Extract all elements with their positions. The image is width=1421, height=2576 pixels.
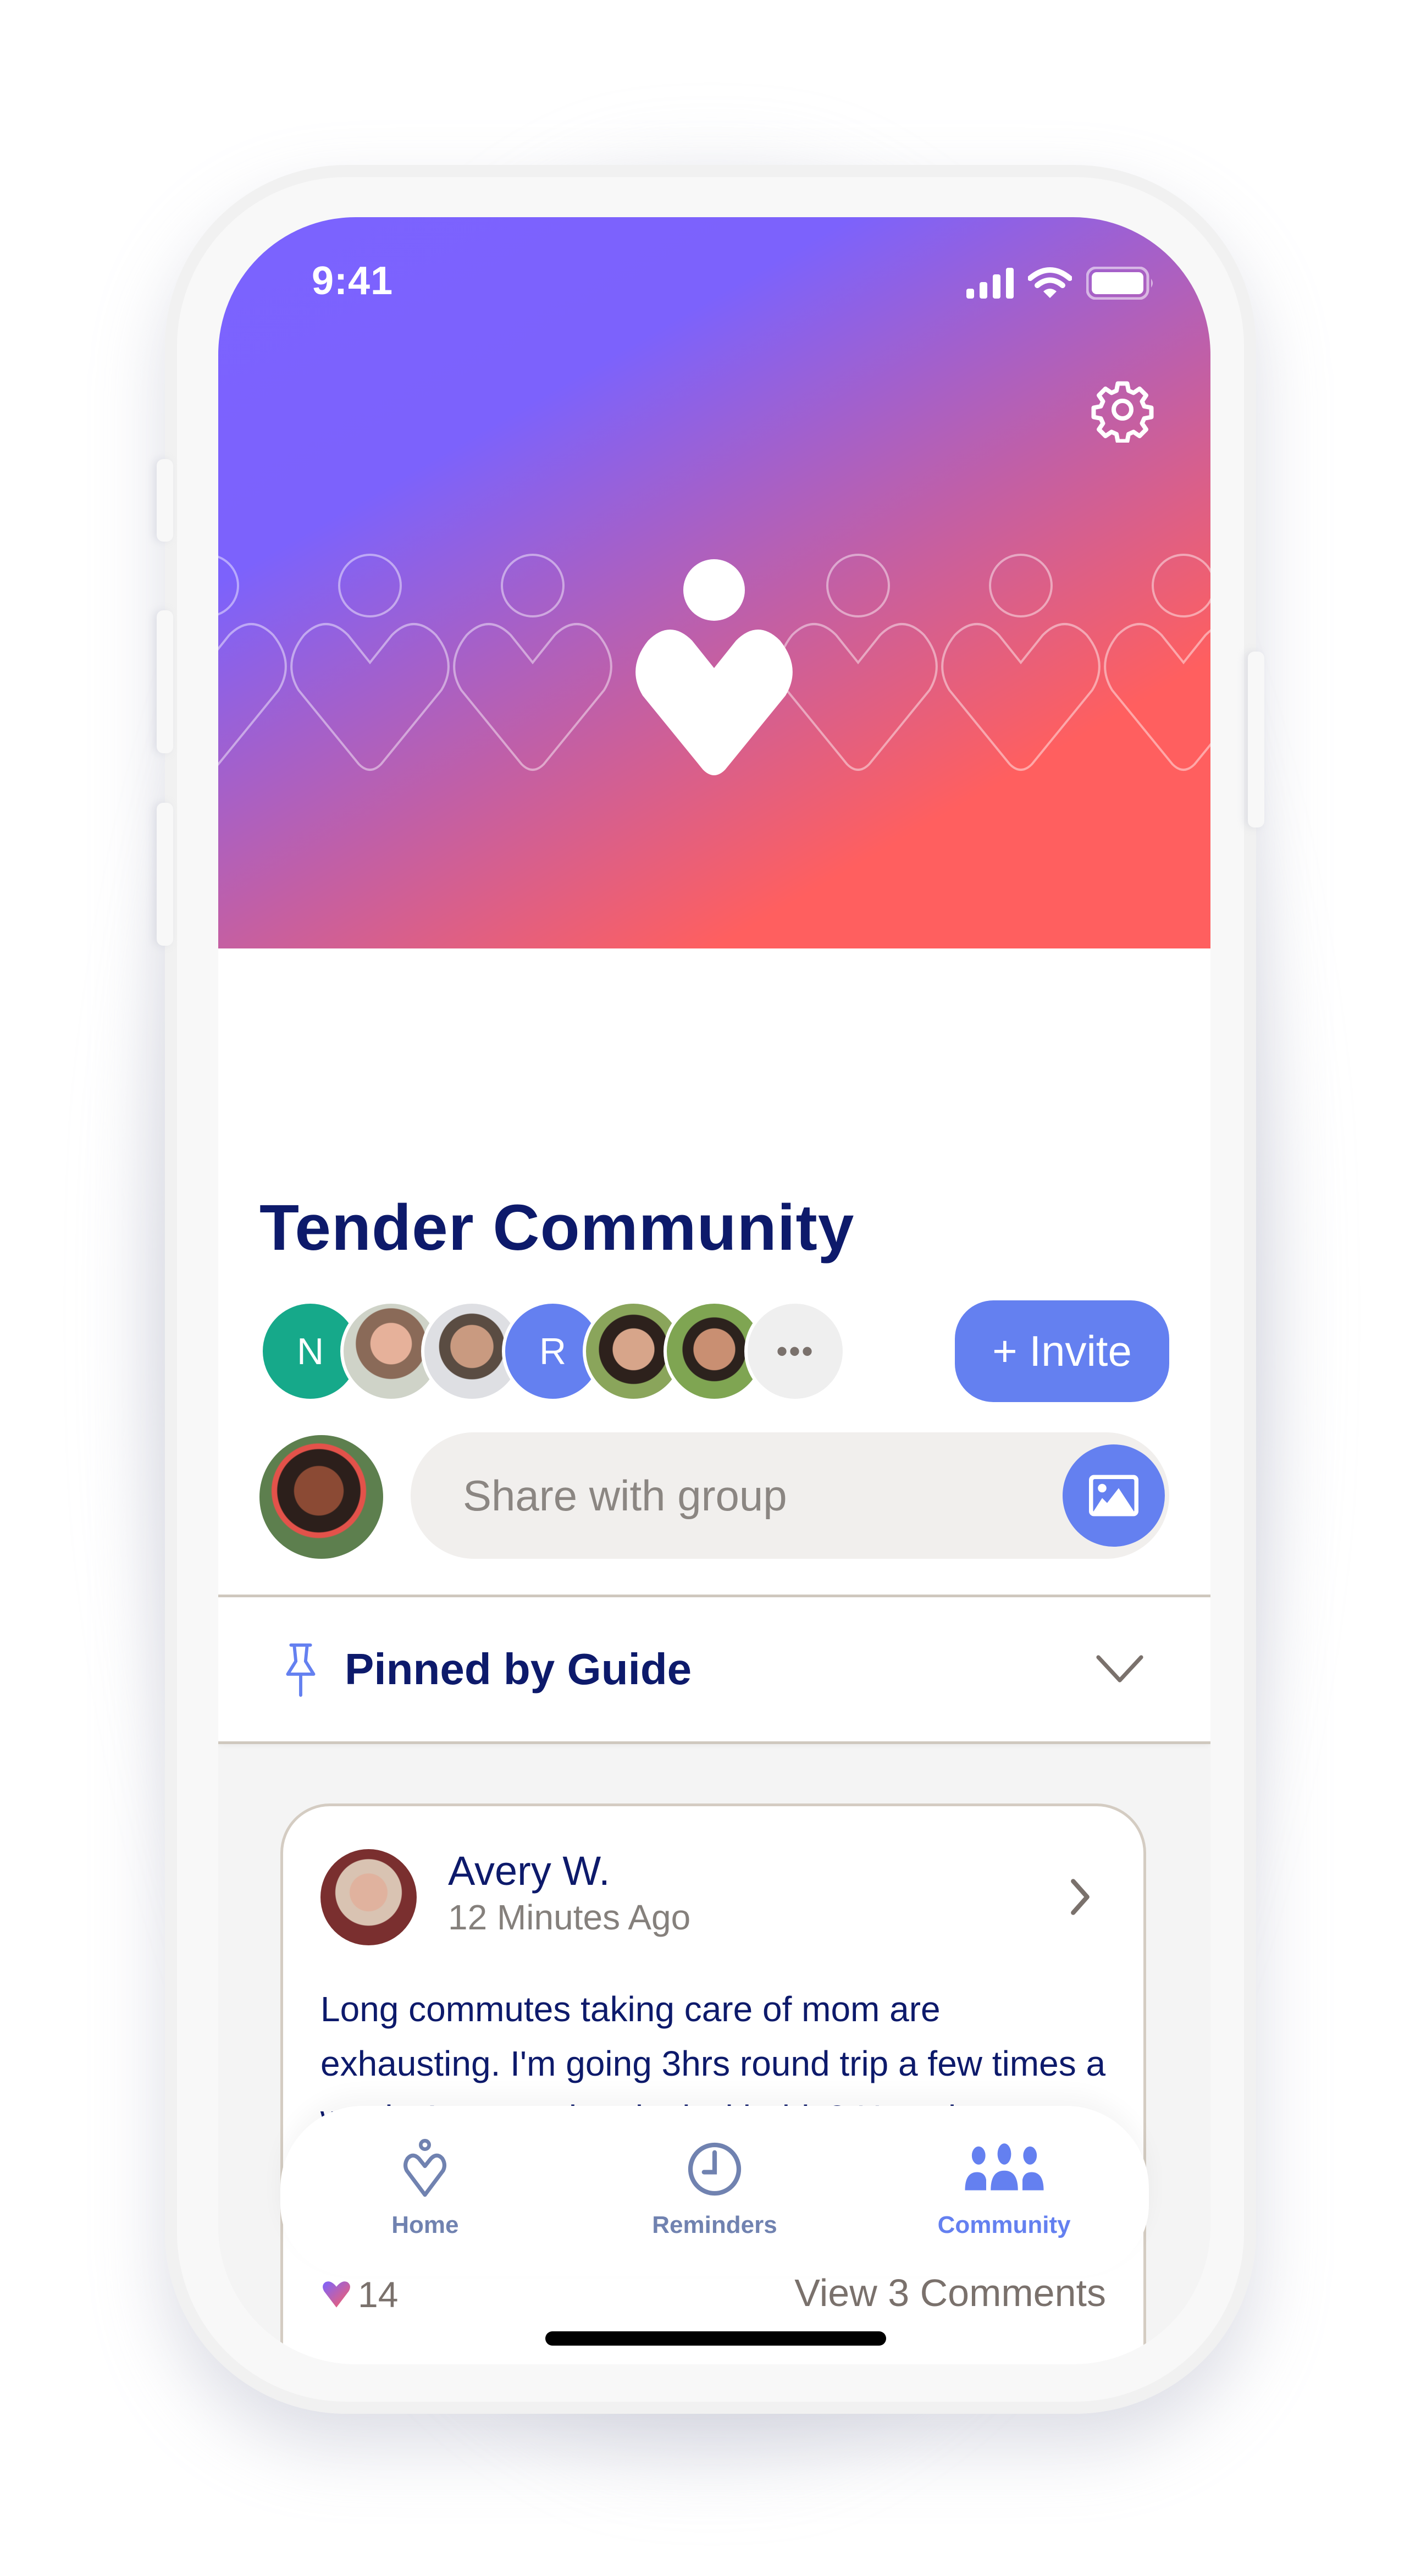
status-time: 9:41 xyxy=(312,259,394,303)
post-card[interactable]: Avery W. 12 Minutes Ago Long commutes ta… xyxy=(280,1803,1146,2364)
battery-icon xyxy=(1086,267,1153,300)
heart-person-logo xyxy=(635,559,793,775)
tab-bar: Home Reminders Community xyxy=(280,2106,1149,2276)
pattern-figure-head xyxy=(826,554,890,617)
pinned-section-toggle[interactable]: Pinned by Guide xyxy=(218,1597,1210,1741)
pinned-label: Pinned by Guide xyxy=(345,1645,692,1694)
mute-switch xyxy=(157,459,173,542)
pattern-figure-head xyxy=(989,554,1053,617)
tab-home[interactable]: Home xyxy=(315,2106,535,2239)
current-user-avatar xyxy=(259,1435,383,1559)
pattern-figure-body xyxy=(290,623,450,771)
home-heart-icon xyxy=(403,2139,447,2197)
post-timestamp: 12 Minutes Ago xyxy=(448,1897,691,1937)
tab-reminders[interactable]: Reminders xyxy=(605,2106,825,2239)
pattern-figure-body xyxy=(453,623,612,771)
pattern-figure-head xyxy=(1152,554,1210,617)
image-icon xyxy=(1089,1475,1138,1516)
home-indicator[interactable] xyxy=(545,2331,886,2346)
pin-icon xyxy=(286,1643,316,1697)
chevron-down-icon[interactable] xyxy=(1095,1652,1144,1685)
group-panel: Tender Community N R ••• + Invite Share … xyxy=(218,948,1210,1595)
avatar-initial: R xyxy=(539,1330,567,1372)
volume-up-button xyxy=(157,610,173,753)
power-button xyxy=(1248,652,1264,828)
more-members-button[interactable]: ••• xyxy=(744,1300,846,1402)
like-count: 14 xyxy=(358,2274,399,2315)
member-avatars[interactable]: N R ••• xyxy=(259,1300,846,1402)
post-author: Avery W. xyxy=(448,1848,610,1894)
people-icon xyxy=(965,2143,1044,2191)
community-header: 9:41 xyxy=(218,217,1210,948)
heart-icon xyxy=(323,2281,350,2308)
tab-label: Reminders xyxy=(652,2211,777,2238)
pattern-figure-head xyxy=(501,554,565,617)
pattern-figure-head xyxy=(338,554,402,617)
page-title: Tender Community xyxy=(259,1192,855,1264)
add-photo-button[interactable] xyxy=(1063,1444,1165,1547)
wifi-icon xyxy=(1028,267,1072,298)
tab-label: Home xyxy=(391,2211,459,2238)
post-author-avatar xyxy=(320,1849,417,1945)
tab-community[interactable]: Community xyxy=(894,2106,1114,2239)
divider xyxy=(218,1741,1210,1744)
pattern-figure-body xyxy=(218,623,287,766)
gear-icon[interactable] xyxy=(1090,377,1155,443)
pattern-figure-body xyxy=(1104,623,1210,771)
invite-button[interactable]: + Invite xyxy=(955,1300,1169,1402)
tab-label: Community xyxy=(937,2211,1071,2238)
pattern-figure-body xyxy=(941,623,1101,771)
clock-icon xyxy=(688,2142,742,2196)
avatar-initial: N xyxy=(296,1330,324,1372)
volume-down-button xyxy=(157,803,173,946)
status-icons xyxy=(966,267,1155,300)
like-button[interactable]: 14 xyxy=(320,2274,398,2315)
chevron-right-icon[interactable] xyxy=(1069,1878,1091,1916)
cellular-signal-icon xyxy=(966,268,1014,299)
screen: 9:41 Tender Community N R ••• + Invite S… xyxy=(218,217,1210,2364)
view-comments-link[interactable]: View 3 Comments xyxy=(794,2271,1106,2315)
pattern-figure-head xyxy=(218,555,239,616)
share-input-placeholder: Share with group xyxy=(463,1471,787,1520)
share-input[interactable]: Share with group xyxy=(411,1432,1169,1559)
